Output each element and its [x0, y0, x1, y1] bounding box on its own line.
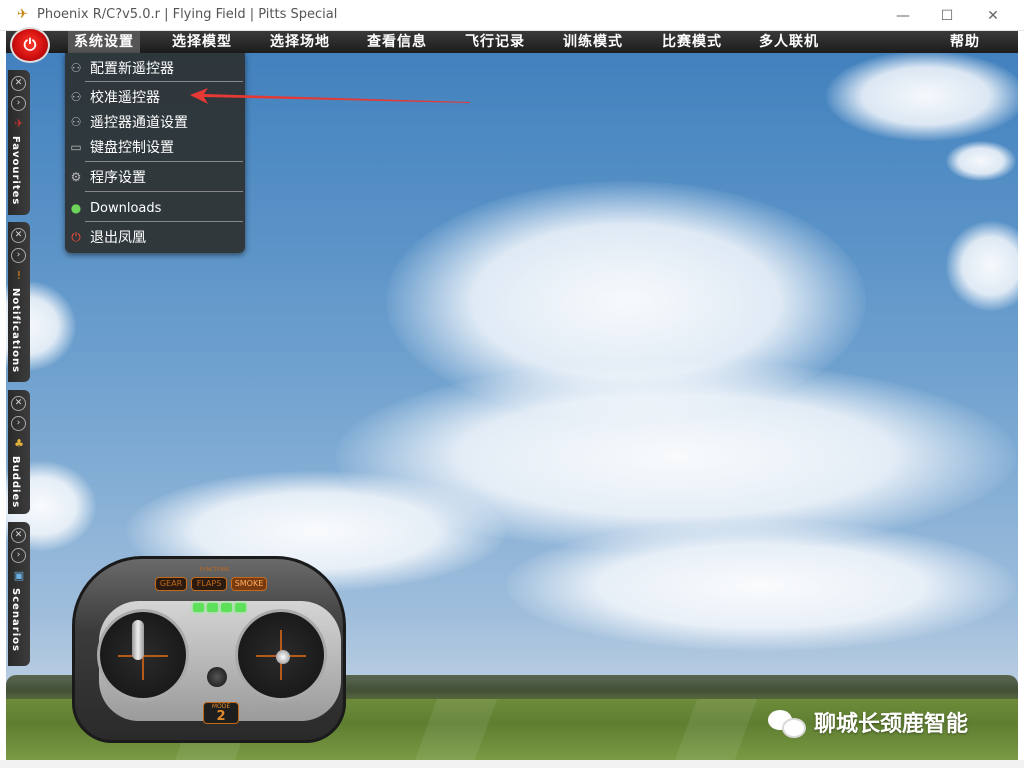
plane-icon: ✈ — [14, 117, 24, 130]
menu-item-program-settings[interactable]: ⚙ 程序设置 — [65, 164, 245, 190]
power-icon: ⏻ — [71, 230, 81, 244]
menu-select-model[interactable]: 选择模型 — [172, 31, 232, 53]
app-window: ✈ Phoenix R/C?v5.0.r | Flying Field | Pi… — [0, 0, 1024, 768]
menu-training-mode[interactable]: 训练模式 — [563, 31, 623, 53]
led-indicator — [207, 603, 218, 612]
close-icon[interactable]: ✕ — [11, 76, 26, 91]
cloud — [506, 521, 1016, 651]
scenarios-icon: ▣ — [13, 569, 25, 582]
menu-item-channel-settings[interactable]: ⚇ 遥控器通道设置 — [65, 109, 245, 135]
power-icon: ⏻ — [23, 35, 37, 54]
keyboard-icon: ▭ — [70, 140, 82, 154]
buddies-label: Buddies — [10, 456, 21, 509]
buddies-icon: ♣ — [14, 437, 24, 450]
menu-help[interactable]: 帮助 — [950, 31, 980, 53]
buddies-tab[interactable]: ✕ › ♣ Buddies — [8, 390, 30, 514]
menu-item-label: 程序设置 — [90, 170, 146, 186]
window-bottom-edge — [0, 760, 1024, 768]
right-stick-gimbal[interactable] — [235, 609, 327, 701]
favourites-label: Favourites — [10, 136, 21, 206]
menu-race-mode[interactable]: 比赛模式 — [662, 31, 722, 53]
menu-separator — [85, 81, 243, 82]
center-knob — [207, 667, 227, 687]
close-window-button[interactable]: ✕ — [970, 0, 1016, 31]
favourites-tab[interactable]: ✕ › ✈ Favourites — [8, 70, 30, 215]
gear-switch[interactable]: GEAR — [155, 577, 187, 591]
cloud — [946, 221, 1018, 311]
minimize-button[interactable]: — — [880, 0, 926, 31]
menu-separator — [85, 161, 243, 162]
menu-item-label: 校准遥控器 — [90, 90, 160, 106]
led-indicator — [235, 603, 246, 612]
close-icon[interactable]: ✕ — [11, 228, 26, 243]
annotation-arrow — [190, 88, 470, 104]
transmitter-icon: ⚇ — [70, 61, 82, 75]
menu-item-label: 键盘控制设置 — [90, 140, 174, 156]
left-stick[interactable] — [132, 620, 144, 660]
wechat-icon — [768, 706, 808, 738]
menu-item-keyboard-settings[interactable]: ▭ 键盘控制设置 — [65, 134, 245, 160]
cloud — [946, 141, 1016, 181]
transmitter-icon: ⚇ — [70, 90, 82, 104]
smoke-switch[interactable]: SMOKE — [231, 577, 267, 591]
left-stick-gimbal[interactable] — [97, 609, 189, 701]
flaps-switch[interactable]: FLAPS — [191, 577, 227, 591]
menu-item-label: Downloads — [90, 200, 162, 216]
gear-icon: ⚙ — [70, 170, 82, 184]
battery-leds — [193, 603, 247, 613]
notifications-tab[interactable]: ✕ › ! Notifications — [8, 222, 30, 382]
transmitter-icon: ⚇ — [70, 115, 82, 129]
chevron-right-icon[interactable]: › — [11, 548, 26, 563]
chevron-right-icon[interactable]: › — [11, 416, 26, 431]
system-settings-dropdown: ⚇ 配置新遥控器 ⚇ 校准遥控器 ⚇ 遥控器通道设置 ▭ 键盘控制设置 ⚙ 程序… — [65, 53, 245, 253]
notifications-label: Notifications — [10, 288, 21, 374]
chevron-right-icon[interactable]: › — [11, 248, 26, 263]
menu-system-settings[interactable]: 系统设置 — [68, 31, 140, 53]
scenarios-label: Scenarios — [10, 588, 21, 652]
window-title: Phoenix R/C?v5.0.r | Flying Field | Pitt… — [37, 7, 338, 22]
mode-value: 2 — [216, 709, 226, 724]
title-bar: ✈ Phoenix R/C?v5.0.r | Flying Field | Pi… — [0, 0, 1024, 31]
alert-icon: ! — [16, 269, 22, 282]
menu-separator — [85, 191, 243, 192]
cloud — [826, 51, 1018, 141]
menu-item-downloads[interactable]: ● Downloads — [65, 195, 245, 221]
menu-view-info[interactable]: 查看信息 — [367, 31, 427, 53]
menu-item-label: 配置新遥控器 — [90, 61, 174, 77]
menu-item-exit-phoenix[interactable]: ⏻ 退出凤凰 — [65, 224, 245, 250]
menu-item-label: 遥控器通道设置 — [90, 115, 188, 131]
menu-multiplayer[interactable]: 多人联机 — [759, 31, 819, 53]
led-indicator — [221, 603, 232, 612]
downloads-icon: ● — [70, 201, 82, 215]
menu-flight-log[interactable]: 飞行记录 — [465, 31, 525, 53]
phoenix-app-icon: ✈ — [17, 7, 28, 22]
right-stick[interactable] — [276, 650, 290, 664]
chevron-right-icon[interactable]: › — [11, 96, 26, 111]
main-menu-bar: 系统设置 选择模型 选择场地 查看信息 飞行记录 训练模式 比赛模式 多人联机 … — [6, 31, 1018, 53]
functions-label: FUNCTIONS — [200, 567, 230, 573]
maximize-button[interactable]: ☐ — [924, 0, 970, 31]
phoenix-power-button[interactable]: ⏻ — [10, 27, 50, 63]
close-icon[interactable]: ✕ — [11, 396, 26, 411]
mode-display: MODE 2 — [203, 702, 239, 724]
close-icon[interactable]: ✕ — [11, 528, 26, 543]
menu-select-field[interactable]: 选择场地 — [270, 31, 330, 53]
scenarios-tab[interactable]: ✕ › ▣ Scenarios — [8, 522, 30, 666]
watermark: 聊城长颈鹿智能 — [768, 704, 968, 740]
menu-item-configure-new-transmitter[interactable]: ⚇ 配置新遥控器 — [65, 55, 245, 81]
menu-item-label: 退出凤凰 — [90, 230, 146, 246]
watermark-text: 聊城长颈鹿智能 — [814, 712, 969, 737]
menu-separator — [85, 221, 243, 222]
transmitter-body: FUNCTIONS GEAR FLAPS SMOKE MODE 2 — [72, 556, 346, 743]
virtual-transmitter: FUNCTIONS GEAR FLAPS SMOKE MODE 2 — [64, 548, 354, 743]
led-indicator — [193, 603, 204, 612]
